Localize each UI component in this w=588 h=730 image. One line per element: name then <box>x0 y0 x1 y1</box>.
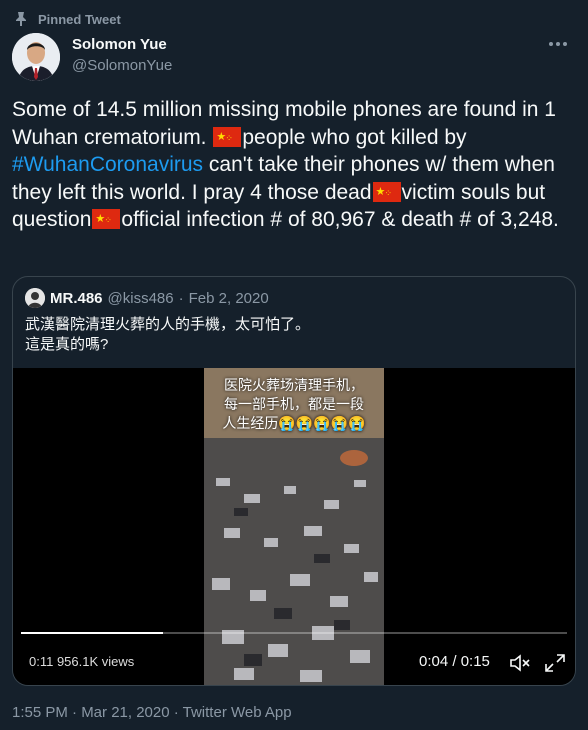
fullscreen-icon[interactable] <box>544 653 566 678</box>
china-flag-icon <box>92 206 121 235</box>
quoted-tweet-header: MR.486 @kiss486 · Feb 2, 2020 <box>25 288 269 308</box>
tweet-text: Some of 14.5 million missing mobile phon… <box>12 96 572 235</box>
video-caption-line: 每一部手机，都是一段 <box>224 396 364 412</box>
video-caption-line: 人生经历😭😭😭😭😭 <box>222 415 366 431</box>
pin-icon <box>14 11 28 27</box>
video-caption: 医院火葬场清理手机， 每一部手机，都是一段 人生经历😭😭😭😭😭 <box>204 376 384 433</box>
author-handle[interactable]: @SolomonYue <box>72 57 172 74</box>
tweet-text-part: official infection # of 80,967 & death #… <box>121 208 559 231</box>
quoted-author-handle[interactable]: @kiss486 <box>108 290 174 307</box>
video-frame: 医院火葬场清理手机， 每一部手机，都是一段 人生经历😭😭😭😭😭 <box>204 368 384 685</box>
separator-dot: · <box>178 289 184 307</box>
tweet-timestamp[interactable]: 1:55 PM · Mar 21, 2020 · Twitter Web App <box>12 704 292 721</box>
quoted-tweet[interactable]: MR.486 @kiss486 · Feb 2, 2020 武漢醫院清理火葬的人… <box>12 276 576 686</box>
tweet-text-part: people who got killed by <box>242 125 467 149</box>
china-flag-icon <box>213 124 242 152</box>
author-name[interactable]: Solomon Yue <box>72 36 167 53</box>
pinned-tweet-header: Pinned Tweet <box>14 10 121 28</box>
quoted-author-avatar[interactable] <box>25 288 45 308</box>
quoted-text-line: 這是真的嗎? <box>25 336 109 353</box>
quoted-text-line: 武漢醫院清理火葬的人的手機，太可怕了。 <box>25 316 311 333</box>
hashtag-link[interactable]: #WuhanCoronavirus <box>12 153 203 176</box>
video-progress-bar[interactable] <box>21 632 567 634</box>
author-avatar[interactable] <box>12 33 60 81</box>
video-player[interactable]: 医院火葬场清理手机， 每一部手机，都是一段 人生经历😭😭😭😭😭 0:11 956… <box>13 368 575 685</box>
quoted-tweet-date[interactable]: Feb 2, 2020 <box>189 290 269 307</box>
quoted-tweet-text: 武漢醫院清理火葬的人的手機，太可怕了。 這是真的嗎? <box>25 315 565 355</box>
video-progress-fill <box>21 632 163 634</box>
china-flag-icon <box>372 179 401 207</box>
more-options-icon[interactable] <box>546 34 570 54</box>
view-count: 0:11 956.1K views <box>29 654 135 669</box>
pinned-label: Pinned Tweet <box>38 11 121 27</box>
quoted-author-name[interactable]: MR.486 <box>50 290 103 307</box>
video-caption-line: 医院火葬场清理手机， <box>224 377 364 393</box>
mute-icon[interactable] <box>509 653 531 678</box>
video-time: 0:04 / 0:15 <box>419 653 490 670</box>
